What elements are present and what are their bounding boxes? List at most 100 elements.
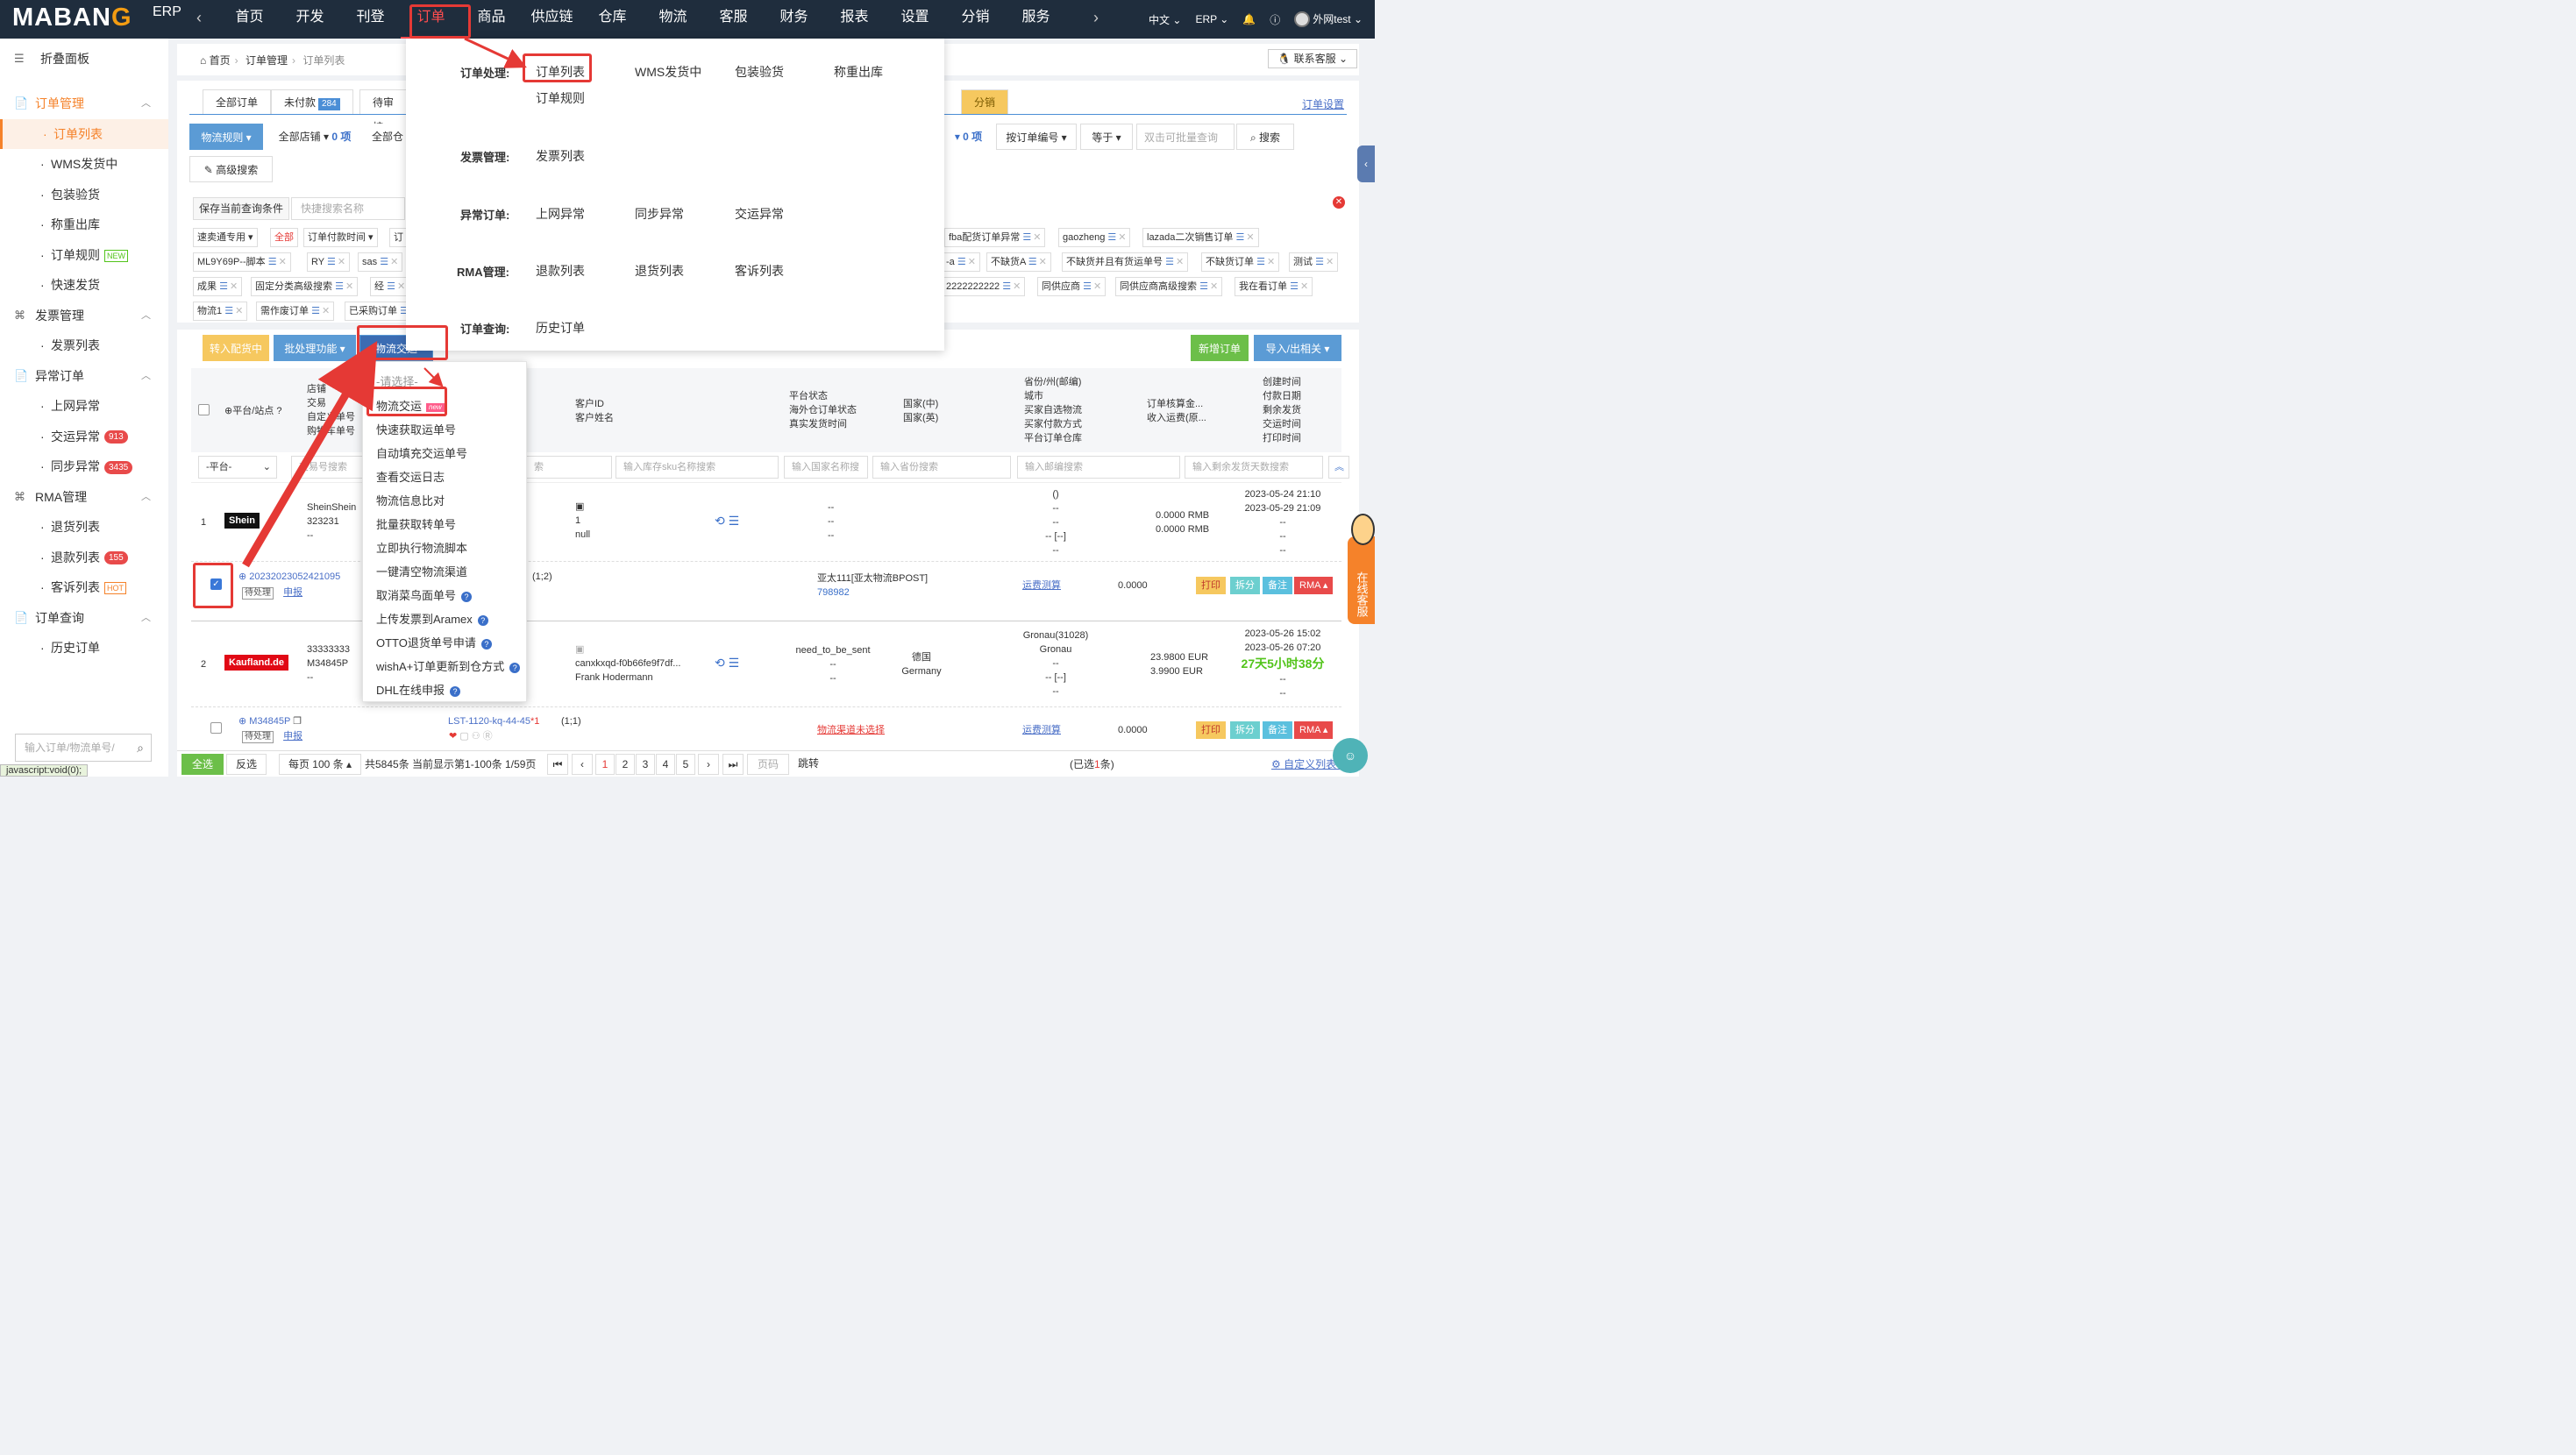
tab-unpaid[interactable]: 未付款 284: [271, 89, 353, 114]
quick-filter-chip[interactable]: 经 ☰ ✕: [370, 277, 410, 296]
warehouse-count[interactable]: ▾ 0 项: [944, 124, 993, 150]
all-warehouses-select[interactable]: 全部仓: [368, 124, 407, 150]
list-icon[interactable]: ☰: [1028, 257, 1037, 267]
quick-filter-chip[interactable]: 同供应商 ☰ ✕: [1037, 277, 1107, 296]
sidebar-item-2-2[interactable]: · 同步异常 3435: [0, 451, 168, 481]
list-icon[interactable]: ☰: [1199, 281, 1208, 292]
nav-item-6[interactable]: 仓库: [582, 0, 643, 39]
tab-pending-review[interactable]: 待审核: [359, 89, 408, 133]
help-icon[interactable]: ⓘ: [1270, 12, 1280, 27]
close-icon[interactable]: ✕: [1300, 281, 1308, 292]
sidebar-collapse[interactable]: ☰ 折叠面板: [0, 44, 168, 74]
trade-no-filter[interactable]: 交易号搜索: [291, 456, 363, 479]
quick-search-name-input[interactable]: 快捷搜索名称: [291, 197, 405, 220]
close-icon[interactable]: ✕: [397, 281, 405, 292]
sidebar-group-3[interactable]: ⌘ RMA管理 ︿: [0, 482, 168, 512]
advanced-search-button[interactable]: ✎ 高级搜索: [189, 156, 273, 182]
sidebar-item-3-0[interactable]: · 退货列表: [0, 512, 168, 542]
quick-filter-chip[interactable]: 不缺货A ☰ ✕: [986, 252, 1051, 272]
page-3[interactable]: 3: [636, 754, 655, 775]
logistics-menu-item[interactable]: wishA+订单更新到仓方式?: [376, 657, 521, 674]
jump-button[interactable]: 跳转: [791, 754, 826, 775]
sku-line[interactable]: LST-1120-kq-44-45*1: [448, 714, 539, 728]
remaining-days-filter[interactable]: 输入剩余发货天数搜索: [1185, 456, 1323, 479]
rma-button[interactable]: RMA ▴: [1294, 721, 1334, 739]
chevron-up-icon[interactable]: ︿: [141, 89, 151, 118]
nav-item-11[interactable]: 设置: [885, 0, 945, 39]
add-circle-icon[interactable]: ⊕: [238, 571, 246, 582]
sku-filter[interactable]: 输入库存sku名称搜索: [616, 456, 779, 479]
chevron-up-icon[interactable]: ︿: [141, 301, 151, 330]
close-icon[interactable]: ✕: [1118, 232, 1126, 243]
next-page-icon[interactable]: ›: [698, 754, 719, 775]
select-all-checkbox[interactable]: [198, 404, 210, 415]
mega-menu-item[interactable]: 上网异常: [536, 205, 585, 223]
close-icon[interactable]: ✕: [1246, 232, 1254, 243]
contact-support-button[interactable]: 🐧 联系客服 ⌄: [1268, 49, 1357, 68]
breadcrumb-section[interactable]: 订单管理: [246, 54, 288, 67]
help-icon[interactable]: ?: [477, 614, 488, 626]
close-icon[interactable]: ✕: [279, 257, 287, 267]
nav-item-13[interactable]: 服务: [1006, 0, 1066, 39]
collapse-up-icon[interactable]: ︽: [1328, 456, 1349, 479]
close-icon[interactable]: ✕: [322, 306, 330, 316]
chevron-up-icon[interactable]: ︿: [141, 482, 151, 512]
per-page-select[interactable]: 每页 100 条 ▴: [279, 754, 361, 775]
sidebar-item-4-0[interactable]: · 历史订单: [0, 633, 168, 663]
list-icon[interactable]: ☰: [957, 257, 966, 267]
quick-filter-chip[interactable]: lazada二次销售订单 ☰ ✕: [1142, 228, 1259, 247]
sidebar-item-0-0[interactable]: · 订单列表: [0, 118, 168, 149]
add-circle-icon[interactable]: ⊕: [224, 406, 232, 416]
order-settings-link[interactable]: 订单设置: [1302, 96, 1344, 111]
nav-item-9[interactable]: 财务: [764, 0, 824, 39]
list-icon[interactable]: ☰: [335, 281, 344, 292]
quick-filter-chip[interactable]: gaozheng ☰ ✕: [1058, 228, 1131, 247]
side-expand-tab[interactable]: ‹: [1357, 146, 1375, 182]
quick-filter-chip[interactable]: 订: [389, 228, 408, 247]
logistics-menu-item[interactable]: 物流信息比对: [376, 492, 445, 508]
split-button[interactable]: 拆分: [1230, 721, 1260, 739]
mega-menu-item[interactable]: 称重出库: [834, 63, 883, 81]
quick-filter-chip[interactable]: fba配货订单异常 ☰ ✕: [944, 228, 1046, 247]
province-filter[interactable]: 输入省份搜索: [872, 456, 1011, 479]
quick-filter-chip[interactable]: 全部: [270, 228, 298, 247]
quick-filter-chip[interactable]: 固定分类高级搜索 ☰ ✕: [251, 277, 359, 296]
row-checkbox[interactable]: [210, 722, 222, 734]
logistics-rule-dropdown[interactable]: 物流规则 ▾: [189, 124, 263, 150]
quick-filter-chip[interactable]: 成果 ☰ ✕: [193, 277, 243, 296]
nav-item-1[interactable]: 开发: [280, 0, 340, 39]
list-icon[interactable]: ☰: [327, 257, 336, 267]
platform-filter-select[interactable]: -平台- ⌄: [198, 456, 277, 479]
close-icon[interactable]: ✕: [390, 257, 398, 267]
list-icon[interactable]: ☰: [1290, 281, 1299, 292]
logistics-menu-item[interactable]: 取消菜鸟面单号?: [376, 586, 473, 603]
order-no-type-select[interactable]: 按订单编号 ▾: [996, 124, 1077, 150]
help-icon[interactable]: ?: [480, 638, 492, 649]
list-icon[interactable]: ☰: [387, 281, 395, 292]
nav-item-12[interactable]: 分销: [945, 0, 1006, 39]
sidebar-item-0-1[interactable]: · WMS发货中: [0, 149, 168, 179]
logistics-menu-item[interactable]: 自动填充交运单号: [376, 444, 467, 461]
close-icon[interactable]: ✕: [968, 257, 976, 267]
logistics-menu-item[interactable]: DHL在线申报?: [376, 681, 461, 698]
quick-filter-chip[interactable]: 同供应商高级搜索 ☰ ✕: [1115, 277, 1223, 296]
mabang-logo[interactable]: MABANG: [12, 4, 132, 32]
user-menu[interactable]: 外网test ⌄: [1294, 11, 1363, 28]
close-icon[interactable]: ✕: [1013, 281, 1021, 292]
sidebar-group-0[interactable]: 📄 订单管理 ︿: [0, 89, 168, 118]
search-icon[interactable]: ⌕: [137, 735, 144, 761]
chevron-up-icon[interactable]: ︿: [141, 361, 151, 391]
page-1[interactable]: 1: [595, 754, 615, 775]
mega-menu-item[interactable]: 退款列表: [536, 262, 585, 280]
nav-item-0[interactable]: 首页: [219, 0, 280, 39]
quick-filter-chip[interactable]: 我在看订单 ☰ ✕: [1235, 277, 1313, 296]
list-icon[interactable]: ☰: [224, 306, 233, 316]
new-order-button[interactable]: 新增订单: [1191, 335, 1249, 361]
online-service-widget[interactable]: 在线客服: [1348, 536, 1375, 624]
close-icon[interactable]: ✕: [235, 306, 243, 316]
contact-card-icon[interactable]: ▣: [575, 642, 680, 657]
logistics-menu-item[interactable]: 批量获取转单号: [376, 515, 456, 532]
print-button[interactable]: 打印: [1196, 721, 1226, 739]
chat-circle-icon[interactable]: ☺: [1333, 738, 1368, 773]
page-5[interactable]: 5: [676, 754, 695, 775]
